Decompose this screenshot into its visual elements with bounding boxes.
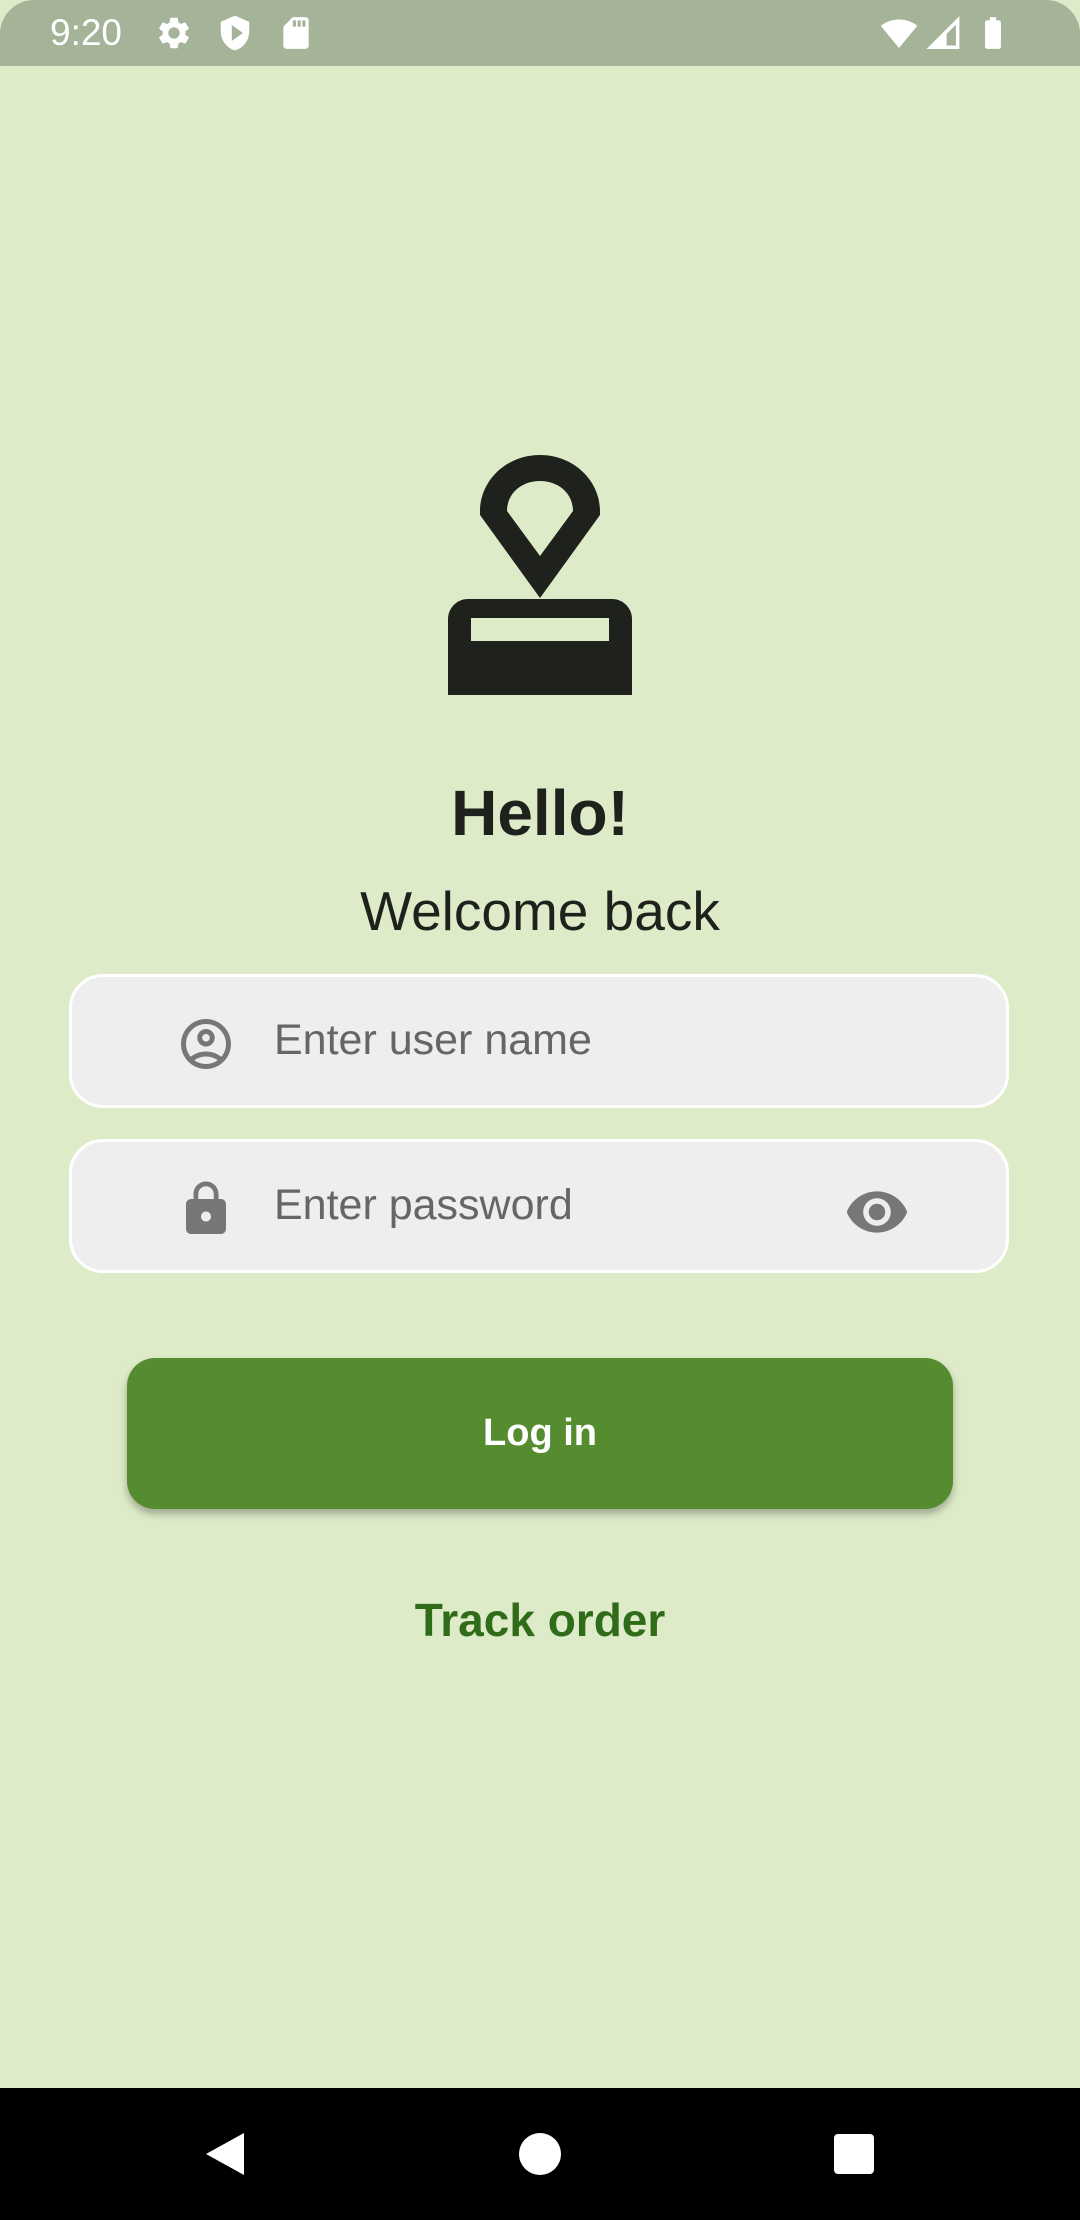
navigation-bar [0,2088,1080,2220]
eye-icon[interactable] [844,1179,910,1245]
greeting-title: Hello! [451,777,629,849]
password-field[interactable] [69,1139,1009,1273]
track-order-link[interactable]: Track order [0,1590,1080,1650]
location-stamp-icon [440,455,640,695]
status-bar: 9:20 [0,0,1080,66]
home-icon[interactable] [514,2128,566,2180]
settings-icon [155,14,193,52]
welcome-subtitle: Welcome back [360,880,720,942]
login-screen: 9:20 Hello! Welcome back Enter user name… [0,0,1080,2088]
password-input[interactable] [274,1170,834,1240]
username-input[interactable] [274,1005,834,1075]
cell-signal-icon [926,14,964,52]
status-time: 9:20 [50,12,123,53]
lock-icon [176,1179,236,1239]
battery-icon [974,14,1012,52]
wifi-icon [880,14,918,52]
login-button[interactable]: Log in [127,1358,953,1509]
shield-icon [216,14,254,52]
account-circle-icon [176,1014,236,1074]
recents-icon[interactable] [828,2128,880,2180]
username-field[interactable] [69,974,1009,1108]
back-icon[interactable] [198,2128,250,2180]
sd-card-icon [277,14,315,52]
